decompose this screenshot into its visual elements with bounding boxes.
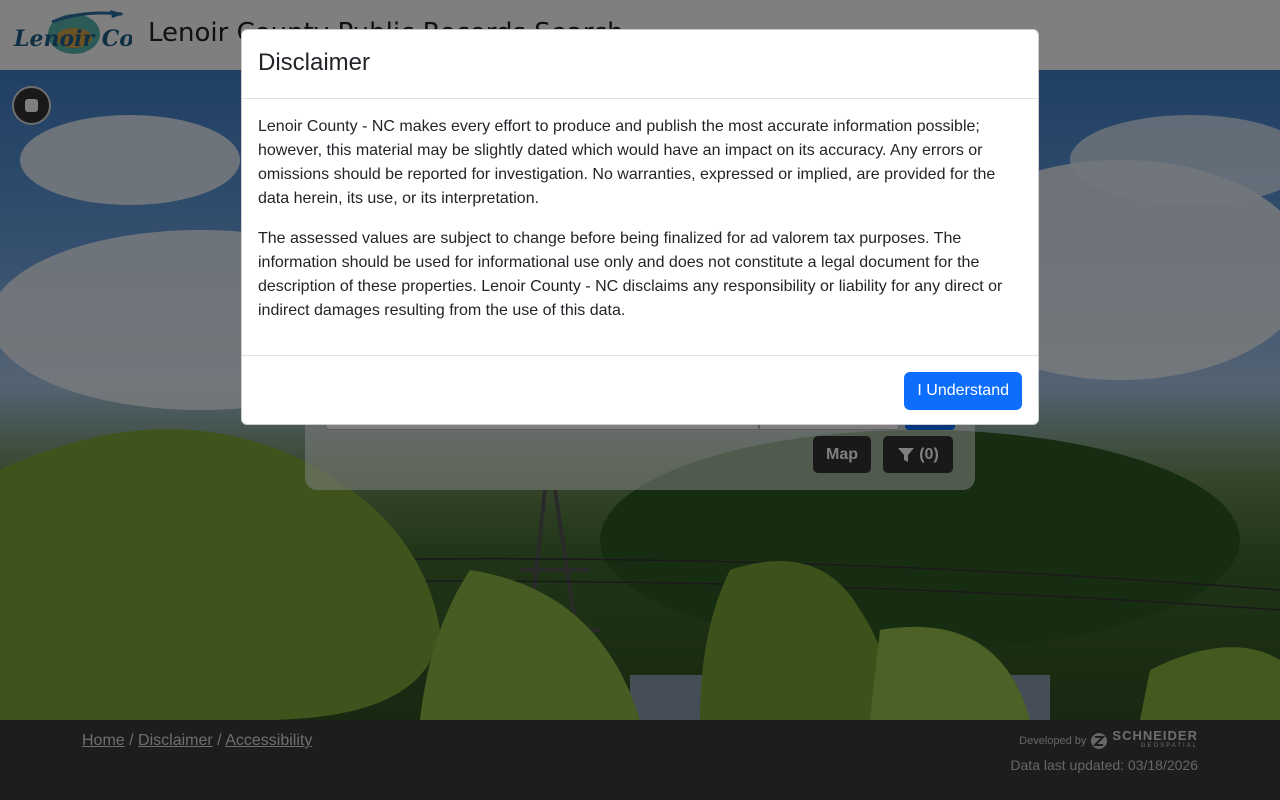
modal-body: Lenoir County - NC makes every effort to…	[242, 99, 1038, 356]
modal-title: Disclaimer	[258, 49, 371, 76]
modal-footer: I Understand	[242, 356, 1038, 425]
modal-header: Disclaimer	[242, 30, 1038, 99]
i-understand-button[interactable]: I Understand	[904, 372, 1022, 410]
disclaimer-paragraph: The assessed values are subject to chang…	[258, 230, 1003, 319]
disclaimer-modal: Disclaimer Lenoir County - NC makes ever…	[241, 29, 1039, 425]
disclaimer-paragraph: Lenoir County - NC makes every effort to…	[258, 118, 996, 207]
